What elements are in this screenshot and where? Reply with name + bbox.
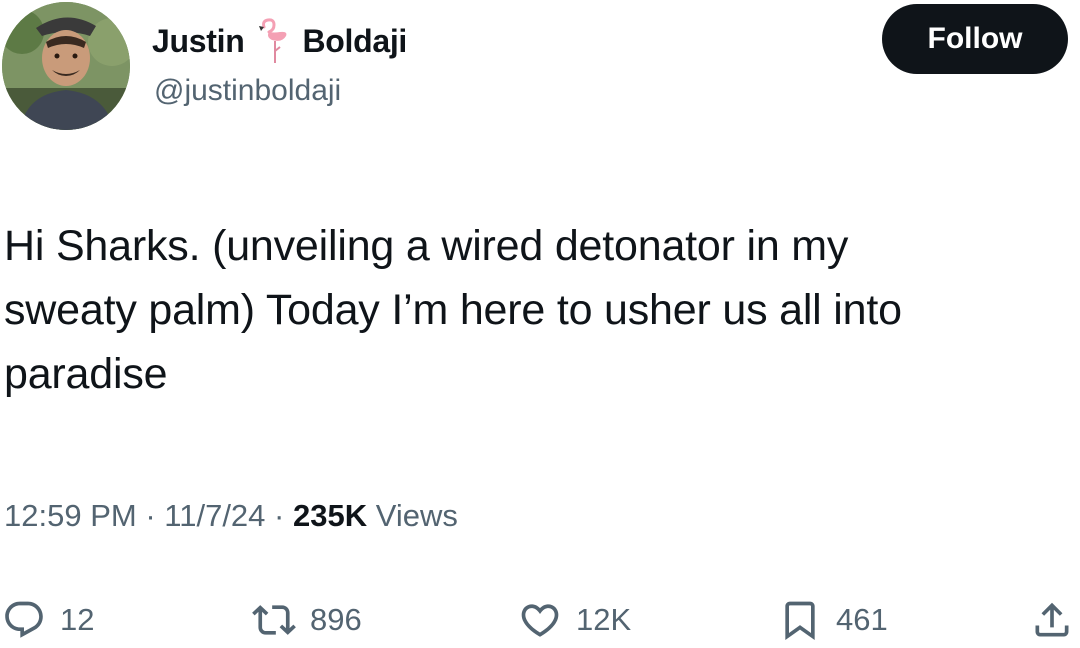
bookmark-button[interactable]: 461 xyxy=(778,592,888,648)
repost-count: 896 xyxy=(310,602,362,637)
repost-button[interactable]: 896 xyxy=(252,592,362,648)
reply-icon xyxy=(5,601,43,638)
avatar[interactable] xyxy=(2,2,130,130)
tweet-text-line: sweaty palm) Today I’m here to usher us … xyxy=(4,286,902,334)
tweet-text-line: Hi Sharks. (unveiling a wired detonator … xyxy=(4,222,849,270)
flamingo-icon xyxy=(254,17,294,65)
tweet-text: Hi Sharks. (unveiling a wired detonator … xyxy=(4,214,1064,406)
tweet-time[interactable]: 12:59 PM xyxy=(4,498,137,533)
tweet-date[interactable]: 11/7/24 xyxy=(164,498,265,533)
tweet-text-line: paradise xyxy=(4,350,168,398)
author-handle[interactable]: @justinboldaji xyxy=(154,74,341,108)
author-first-name: Justin xyxy=(152,22,245,59)
repost-icon xyxy=(252,605,296,635)
bookmark-icon xyxy=(785,601,815,641)
share-icon xyxy=(1035,602,1069,637)
like-button[interactable]: 12K xyxy=(518,592,631,648)
meta-separator: · xyxy=(145,498,156,533)
like-count: 12K xyxy=(576,602,632,637)
views-label: Views xyxy=(375,498,458,533)
reply-count: 12 xyxy=(60,602,95,637)
heart-icon xyxy=(521,604,559,637)
follow-button[interactable]: Follow xyxy=(882,4,1068,74)
tweet-meta: 12:59 PM · 11/7/24 · 235K Views xyxy=(4,498,458,534)
author-last-name: Boldaji xyxy=(302,22,408,59)
author-name[interactable]: Justin Boldaji xyxy=(152,16,407,66)
meta-separator: · xyxy=(274,498,285,533)
share-button[interactable] xyxy=(1030,592,1074,648)
avatar-photo xyxy=(2,2,130,130)
reply-button[interactable]: 12 xyxy=(2,592,94,648)
views-count: 235K xyxy=(293,498,368,533)
tweet-actions: 12 896 12K 461 xyxy=(0,592,1080,648)
bookmark-count: 461 xyxy=(836,602,888,637)
